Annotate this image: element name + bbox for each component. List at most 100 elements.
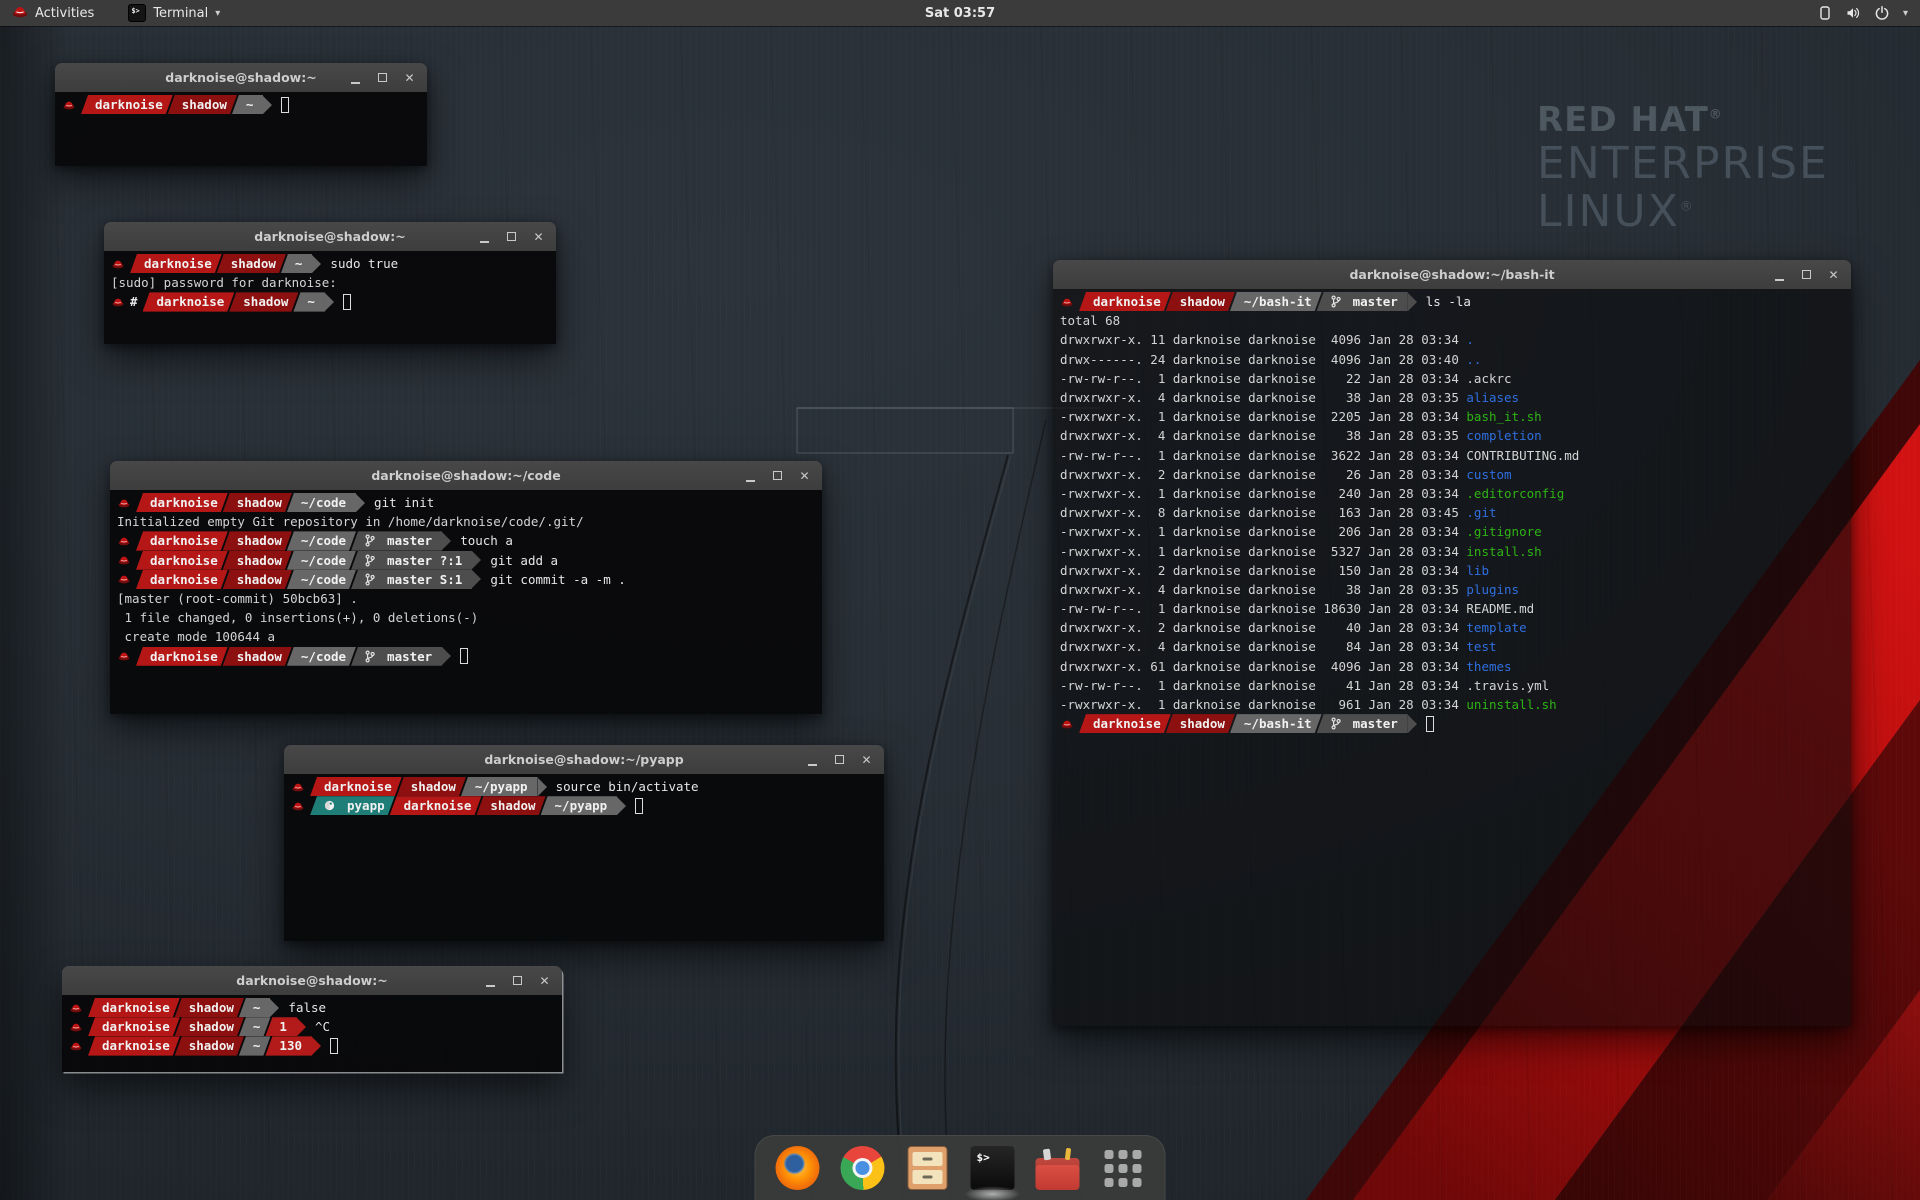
- close-button[interactable]: ✕: [860, 753, 873, 766]
- prompt-arrow: [472, 551, 481, 569]
- maximize-button[interactable]: [771, 469, 784, 482]
- close-button[interactable]: ✕: [798, 469, 811, 482]
- dock-item-terminal[interactable]: $>: [969, 1144, 1017, 1192]
- activities-label: Activities: [35, 6, 94, 21]
- output-line: -rw-rw-r--. 1 darknoise darknoise 22 Jan…: [1060, 369, 1851, 388]
- minimize-button[interactable]: [806, 753, 819, 766]
- window-titlebar[interactable]: darknoise@shadow:~/bash-it✕: [1053, 260, 1851, 290]
- output-text: custom: [1466, 467, 1511, 482]
- prompt-segment-host: shadow: [223, 570, 292, 589]
- terminal-window-pyapp[interactable]: darknoise@shadow:~/pyapp✕ darknoiseshadow…: [284, 745, 884, 941]
- output-line: drwxrwxr-x. 11 darknoise darknoise 4096 …: [1060, 330, 1851, 349]
- terminal-content[interactable]: darknoiseshadow~/bash-itmasterls -latota…: [1053, 289, 1851, 1026]
- output-text: drwxrwxr-x. 2 darknoise darknoise 40 Jan…: [1060, 620, 1466, 635]
- redhat-prompt-icon: [1061, 297, 1073, 307]
- close-button[interactable]: ✕: [538, 974, 551, 987]
- minimize-button[interactable]: [484, 974, 497, 987]
- output-text: .ackrc: [1466, 371, 1511, 386]
- terminal-content[interactable]: darknoiseshadow~: [55, 92, 427, 166]
- dock-item-files[interactable]: [904, 1144, 952, 1192]
- output-text: drwxrwxr-x. 11 darknoise darknoise 4096 …: [1060, 332, 1466, 347]
- terminal-content[interactable]: darknoiseshadow~sudo true[sudo] password…: [104, 251, 556, 344]
- app-menu-terminal[interactable]: $> Terminal ▾: [118, 0, 230, 26]
- output-text: drwxrwxr-x. 4 darknoise darknoise 38 Jan…: [1060, 390, 1466, 405]
- terminal-window-code[interactable]: darknoise@shadow:~/code✕darknoiseshadow~…: [110, 461, 822, 714]
- maximize-button[interactable]: [505, 230, 518, 243]
- output-line: drwxrwxr-x. 61 darknoise darknoise 4096 …: [1060, 657, 1851, 676]
- dock-item-app-grid[interactable]: [1099, 1144, 1147, 1192]
- prompt-segment-user: darknoise: [1079, 292, 1171, 311]
- prompt-segment-git: master ?:1: [351, 551, 472, 570]
- maximize-button[interactable]: [511, 974, 524, 987]
- window-titlebar[interactable]: darknoise@shadow:~✕: [104, 222, 556, 252]
- prompt-line: darknoiseshadow~/codegit init: [117, 493, 822, 512]
- terminal-content[interactable]: darknoiseshadow~/pyappsource bin/activat…: [284, 774, 884, 941]
- output-line: create mode 100644 a: [117, 627, 822, 646]
- terminal-window-home-a[interactable]: darknoise@shadow:~✕darknoiseshadow~: [55, 63, 427, 166]
- close-button[interactable]: ✕: [403, 71, 416, 84]
- redhat-prompt-icon: [70, 1041, 82, 1051]
- activities-button[interactable]: Activities: [0, 0, 106, 26]
- prompt-segment-path: ~/code: [287, 647, 356, 666]
- output-text: -rwxrwxr-x. 1 darknoise darknoise 2205 J…: [1060, 409, 1466, 424]
- prompt-line: darknoiseshadow~/codemastertouch a: [117, 531, 822, 550]
- command-text: source bin/activate: [556, 779, 699, 794]
- terminal-window-home-b[interactable]: darknoise@shadow:~✕darknoiseshadow~false…: [62, 966, 562, 1072]
- prompt-line: darknoiseshadow~/pyappsource bin/activat…: [291, 777, 884, 796]
- prompt-arrow: [312, 255, 321, 273]
- redhat-prompt-icon: [118, 536, 130, 546]
- prompt-arrow: [356, 494, 365, 512]
- minimize-button[interactable]: [744, 469, 757, 482]
- terminal-window-bash-it[interactable]: darknoise@shadow:~/bash-it✕darknoiseshad…: [1053, 260, 1851, 1026]
- prompt-arrow: [263, 96, 272, 114]
- dock-item-toolbox[interactable]: [1034, 1144, 1082, 1192]
- maximize-button[interactable]: [1800, 268, 1813, 281]
- output-text: drwxrwxr-x. 4 darknoise darknoise 84 Jan…: [1060, 639, 1466, 654]
- output-line: -rw-rw-r--. 1 darknoise darknoise 3622 J…: [1060, 446, 1851, 465]
- prompt-line: darknoiseshadow~sudo true: [111, 254, 556, 273]
- minimize-button[interactable]: [1773, 268, 1786, 281]
- branch-icon: [1331, 717, 1347, 730]
- prompt-segment-path: ~/code: [287, 570, 356, 589]
- branch-icon: [1331, 295, 1347, 308]
- prompt-segment-git: master S:1: [351, 570, 472, 589]
- prompt-line: darknoiseshadow~/bash-itmaster: [1060, 714, 1851, 733]
- prompt-segment-user: darknoise: [88, 998, 180, 1017]
- window-titlebar[interactable]: darknoise@shadow:~✕: [62, 966, 562, 996]
- maximize-button[interactable]: [833, 753, 846, 766]
- files-icon: [908, 1146, 948, 1190]
- terminal-content[interactable]: darknoiseshadow~/codegit initInitialized…: [110, 490, 822, 714]
- minimize-button[interactable]: [478, 230, 491, 243]
- output-line: drwxrwxr-x. 4 darknoise darknoise 38 Jan…: [1060, 580, 1851, 599]
- dock-item-firefox[interactable]: [774, 1144, 822, 1192]
- running-indicator-glow: [965, 1186, 1021, 1200]
- output-text: plugins: [1466, 582, 1519, 597]
- prompt-segment-path: ~/pyapp: [461, 777, 538, 796]
- output-text: -rw-rw-r--. 1 darknoise darknoise 3622 J…: [1060, 448, 1466, 463]
- output-text: drwxrwxr-x. 2 darknoise darknoise 26 Jan…: [1060, 467, 1466, 482]
- terminal-content[interactable]: darknoiseshadow~falsedarknoiseshadow~1^C…: [62, 995, 562, 1072]
- prompt-segment-git: master: [1317, 714, 1408, 733]
- output-text: create mode 100644 a: [117, 629, 275, 644]
- window-titlebar[interactable]: darknoise@shadow:~/pyapp✕: [284, 745, 884, 775]
- clock[interactable]: Sat 03:57: [925, 6, 995, 21]
- close-button[interactable]: ✕: [1827, 268, 1840, 281]
- window-titlebar[interactable]: darknoise@shadow:~✕: [55, 63, 427, 93]
- maximize-button[interactable]: [376, 71, 389, 84]
- system-status-area[interactable]: ▾: [1817, 0, 1920, 26]
- terminal-window-sudo[interactable]: darknoise@shadow:~✕darknoiseshadow~sudo …: [104, 222, 556, 344]
- close-button[interactable]: ✕: [532, 230, 545, 243]
- redhat-prompt-icon: [112, 259, 124, 269]
- dock-item-chrome[interactable]: [839, 1144, 887, 1192]
- redhat-logo-icon: [12, 5, 28, 22]
- window-titlebar[interactable]: darknoise@shadow:~/code✕: [110, 461, 822, 491]
- minimize-button[interactable]: [349, 71, 362, 84]
- output-text: bash_it.sh: [1466, 409, 1541, 424]
- output-line: Initialized empty Git repository in /hom…: [117, 512, 822, 531]
- output-text: drwxrwxr-x. 4 darknoise darknoise 38 Jan…: [1060, 428, 1466, 443]
- output-text: .git: [1466, 505, 1496, 520]
- output-text: total 68: [1060, 313, 1120, 328]
- prompt-segment-host: shadow: [223, 647, 292, 666]
- redhat-prompt-icon: [118, 651, 130, 661]
- output-text: .travis.yml: [1466, 678, 1549, 693]
